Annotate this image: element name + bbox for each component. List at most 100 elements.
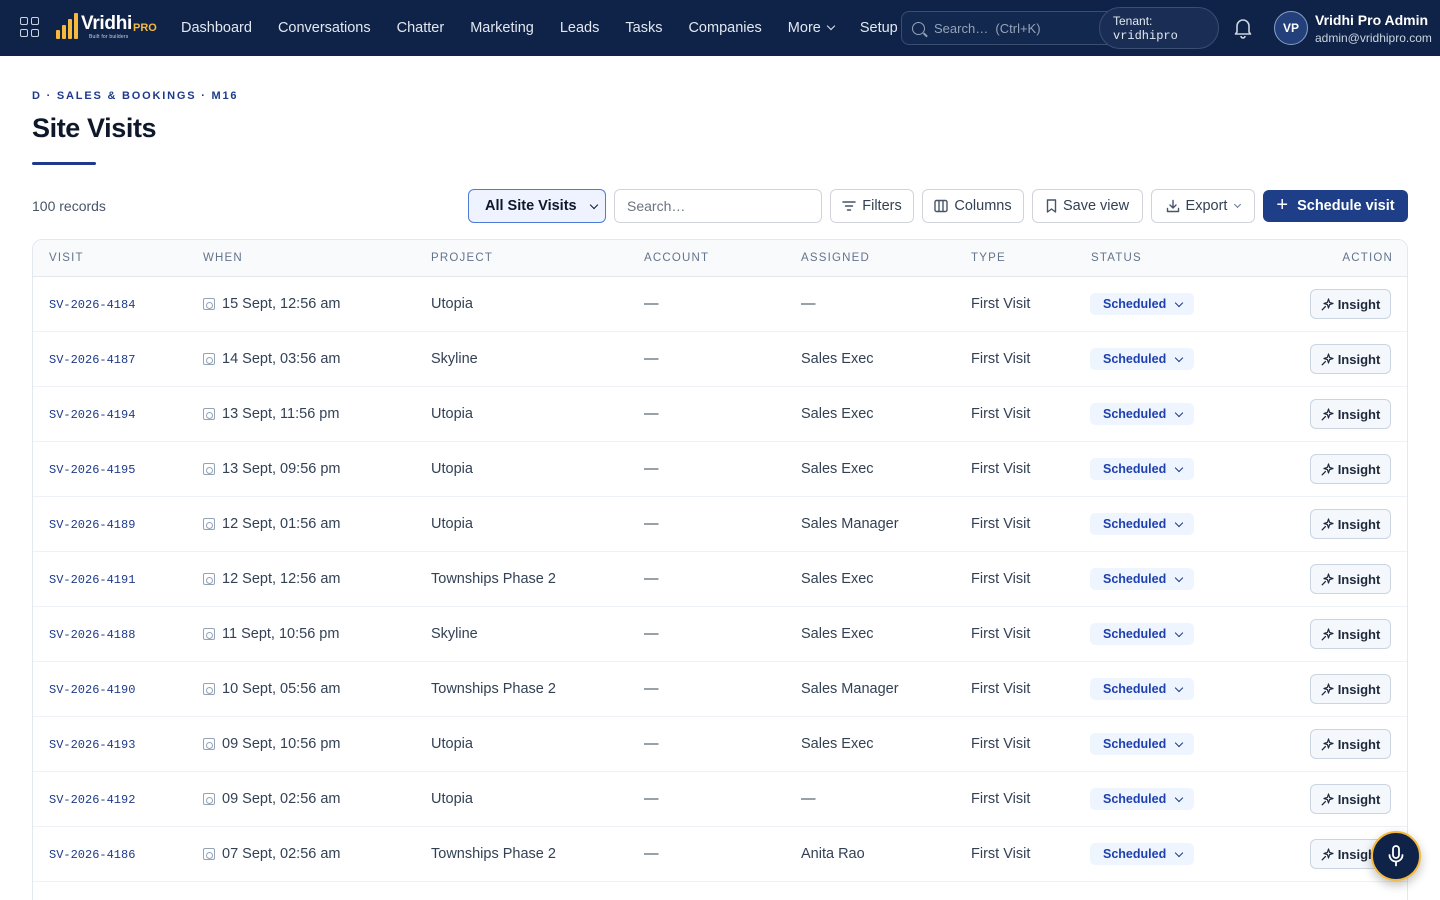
visit-type: First Visit — [971, 296, 1031, 312]
visit-id-link[interactable]: SV-2026-4193 — [49, 738, 135, 752]
visit-id-link[interactable]: SV-2026-4188 — [49, 628, 135, 642]
status-badge: Scheduled — [1103, 407, 1167, 421]
visit-id-link[interactable]: SV-2026-4194 — [49, 408, 135, 422]
global-search-input[interactable] — [934, 20, 1114, 36]
status-dropdown[interactable]: Scheduled — [1090, 788, 1194, 810]
visit-when: 14 Sept, 03:56 am — [203, 351, 341, 367]
insight-label: Insight — [1337, 516, 1381, 532]
table-row[interactable]: SV-2026-4186 07 Sept, 02:56 am Townships P… — [33, 827, 1407, 882]
status-badge: Scheduled — [1103, 352, 1167, 366]
table-row[interactable]: SV-2026-4184 15 Sept, 12:56 am Utopia — — Fir… — [33, 277, 1407, 332]
col-assigned[interactable]: ASSIGNED — [801, 252, 870, 264]
table-row[interactable]: SV-2026-4191 12 Sept, 12:56 am Townships P… — [33, 552, 1407, 607]
status-dropdown[interactable]: Scheduled — [1090, 678, 1194, 700]
bell-icon[interactable] — [1233, 17, 1253, 39]
tenant-switcher[interactable]: Tenant: vridhipro — [1099, 7, 1219, 49]
table-row[interactable]: SV-2026-4188 11 Sept, 10:56 pm Skyline — Sal… — [33, 607, 1407, 662]
visit-type: First Visit — [971, 736, 1031, 752]
visit-project: Utopia — [431, 406, 473, 422]
nav-conversations[interactable]: Conversations — [278, 20, 371, 36]
schedule-visit-button[interactable]: + Schedule visit — [1263, 190, 1408, 222]
insight-button[interactable]: Insight — [1310, 619, 1391, 649]
insight-label: Insight — [1337, 626, 1381, 642]
nav-setup[interactable]: Setup — [860, 20, 898, 36]
table-row[interactable]: SV-2026-4194 13 Sept, 11:56 pm Utopia — Sale… — [33, 387, 1407, 442]
nav-chatter[interactable]: Chatter — [397, 20, 445, 36]
insight-button[interactable]: Insight — [1310, 729, 1391, 759]
col-status[interactable]: STATUS — [1091, 252, 1142, 264]
export-button[interactable]: Export — [1151, 189, 1255, 223]
apps-grid-icon[interactable] — [20, 17, 40, 37]
visit-id-link[interactable]: SV-2026-4190 — [49, 683, 135, 697]
sparkle-icon — [1321, 737, 1338, 751]
status-dropdown[interactable]: Scheduled — [1090, 403, 1194, 425]
brand-logo[interactable]: Vridhi PRO Built for builders — [56, 13, 157, 43]
col-type[interactable]: TYPE — [971, 252, 1006, 264]
insight-label: Insight — [1337, 461, 1381, 477]
col-account[interactable]: ACCOUNT — [644, 252, 709, 264]
visit-id-link[interactable]: SV-2026-4184 — [49, 298, 135, 312]
nav-dashboard[interactable]: Dashboard — [181, 20, 252, 36]
nav-companies[interactable]: Companies — [688, 20, 761, 36]
status-badge: Scheduled — [1103, 297, 1167, 311]
col-project[interactable]: PROJECT — [431, 252, 493, 264]
sparkle-icon — [1321, 297, 1338, 311]
insight-button[interactable]: Insight — [1310, 399, 1391, 429]
table-row[interactable]: SV-2026-4187 14 Sept, 03:56 am Skyline — Sal… — [33, 332, 1407, 387]
voice-assistant-button[interactable] — [1371, 831, 1421, 881]
table-row[interactable]: SV-2026-4193 09 Sept, 10:56 pm Utopia — Sale… — [33, 717, 1407, 772]
visit-type: First Visit — [971, 626, 1031, 642]
col-when[interactable]: WHEN — [203, 252, 243, 264]
visit-id-link[interactable]: SV-2026-4191 — [49, 573, 135, 587]
insight-button[interactable]: Insight — [1310, 509, 1391, 539]
status-dropdown[interactable]: Scheduled — [1090, 623, 1194, 645]
sparkle-icon — [1321, 682, 1338, 696]
visit-when-text: 09 Sept, 02:56 am — [222, 791, 341, 807]
status-dropdown[interactable]: Scheduled — [1090, 348, 1194, 370]
nav-leads[interactable]: Leads — [560, 20, 600, 36]
visit-account: — — [644, 406, 659, 422]
visit-type: First Visit — [971, 516, 1031, 532]
visit-assigned: Sales Exec — [801, 406, 874, 422]
insight-button[interactable]: Insight — [1310, 674, 1391, 704]
visit-id-link[interactable]: SV-2026-4187 — [49, 353, 135, 367]
visit-id-link[interactable]: SV-2026-4192 — [49, 793, 135, 807]
table-row[interactable]: SV-2026-4190 10 Sept, 05:56 am Townships P… — [33, 662, 1407, 717]
save-view-button[interactable]: Save view — [1032, 189, 1143, 223]
status-dropdown[interactable]: Scheduled — [1090, 293, 1194, 315]
visit-type: First Visit — [971, 406, 1031, 422]
view-select[interactable]: All Site Visits — [468, 189, 606, 223]
visit-id-link[interactable]: SV-2026-4195 — [49, 463, 135, 477]
insight-button[interactable]: Insight — [1310, 454, 1391, 484]
table-search-input[interactable] — [614, 189, 822, 223]
avatar[interactable]: VP — [1274, 11, 1308, 45]
chevron-down-icon — [1174, 408, 1184, 418]
status-dropdown[interactable]: Scheduled — [1090, 843, 1194, 865]
col-visit[interactable]: VISIT — [49, 252, 84, 264]
chevron-down-icon — [1174, 518, 1184, 528]
visit-when: 07 Sept, 02:56 am — [203, 846, 341, 862]
insight-button[interactable]: Insight — [1310, 289, 1391, 319]
columns-button[interactable]: Columns — [922, 189, 1024, 223]
table-row[interactable]: SV-2026-4189 12 Sept, 01:56 am Utopia — Sale… — [33, 497, 1407, 552]
visit-id-link[interactable]: SV-2026-4189 — [49, 518, 135, 532]
table-row[interactable]: SV-2026-4192 09 Sept, 02:56 am Utopia — — Fir… — [33, 772, 1407, 827]
status-dropdown[interactable]: Scheduled — [1090, 458, 1194, 480]
filters-button[interactable]: Filters — [830, 189, 914, 223]
status-dropdown[interactable]: Scheduled — [1090, 513, 1194, 535]
filters-label: Filters — [862, 198, 902, 214]
insight-button[interactable]: Insight — [1310, 564, 1391, 594]
global-search[interactable] — [901, 11, 1131, 45]
nav-tasks[interactable]: Tasks — [625, 20, 662, 36]
search-icon — [912, 21, 925, 35]
status-dropdown[interactable]: Scheduled — [1090, 733, 1194, 755]
nav-more[interactable]: More — [788, 20, 836, 36]
nav-marketing[interactable]: Marketing — [470, 20, 534, 36]
sparkle-icon — [1321, 352, 1338, 366]
visit-id-link[interactable]: SV-2026-4186 — [49, 848, 135, 862]
insight-button[interactable]: Insight — [1310, 784, 1391, 814]
status-dropdown[interactable]: Scheduled — [1090, 568, 1194, 590]
insight-label: Insight — [1337, 571, 1381, 587]
insight-button[interactable]: Insight — [1310, 344, 1391, 374]
table-row[interactable]: SV-2026-4195 13 Sept, 09:56 pm Utopia — Sale… — [33, 442, 1407, 497]
